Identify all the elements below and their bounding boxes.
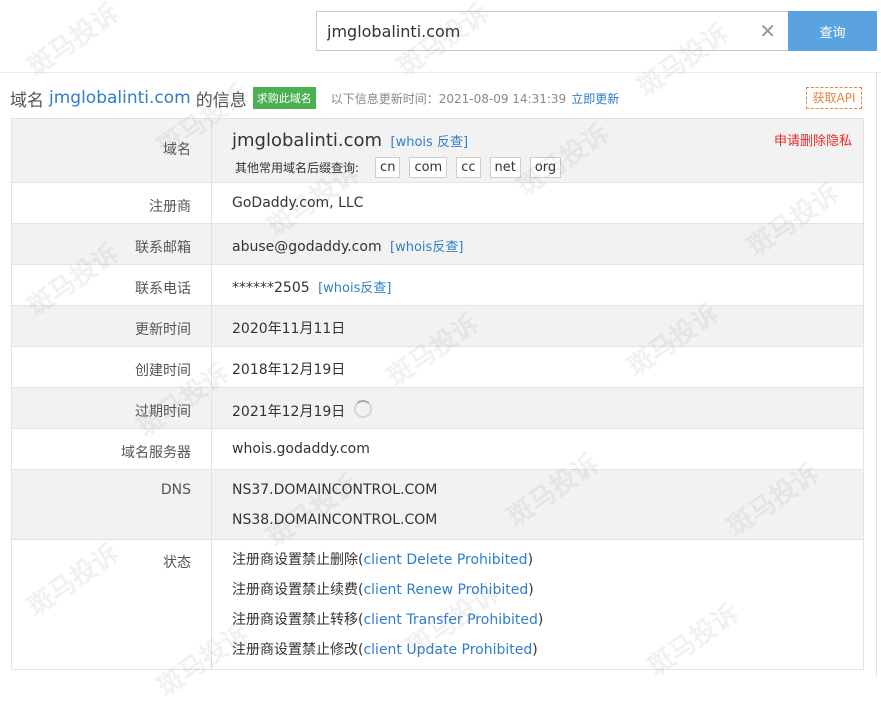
status-code-link[interactable]: client Renew Prohibited [363, 582, 528, 598]
status-suffix: ) [528, 582, 534, 598]
loading-spinner-icon [353, 400, 372, 418]
suffix-chip-net[interactable]: net [489, 157, 521, 178]
dns-cell: NS37.DOMAINCONTROL.COM NS38.DOMAINCONTRO… [211, 469, 864, 540]
status-cell: 注册商设置禁止删除(client Delete Prohibited) 注册商设… [211, 539, 864, 670]
title-suffix: 的信息 [195, 90, 247, 111]
row-label: 创建时间 [11, 346, 212, 388]
page-title-row: 域名 jmglobalinti.com 的信息 求购此域名 以下信息更新时间：2… [10, 86, 619, 111]
status-item: 注册商设置禁止删除(client Delete Prohibited) [232, 545, 863, 575]
suffix-prompt: 其他常用域名后缀查询: [235, 161, 360, 175]
buy-domain-badge[interactable]: 求购此域名 [252, 87, 316, 109]
whois-server-value: whois.godaddy.com [211, 428, 864, 470]
table-row: 创建时间 2018年12月19日 [11, 346, 864, 388]
status-suffix: ) [532, 642, 538, 658]
status-item: 注册商设置禁止转移(client Transfer Prohibited) [232, 605, 863, 635]
title-prefix: 域名 [10, 90, 44, 111]
email-value: abuse@godaddy.com [232, 239, 382, 255]
close-icon[interactable]: ✕ [759, 20, 776, 42]
status-prefix: 注册商设置禁止转移( [232, 612, 364, 628]
update-time-label: 以下信息更新时间：2021-08-09 14:31:39 [330, 91, 567, 106]
get-api-button[interactable]: 获取API [806, 87, 862, 109]
status-prefix: 注册商设置禁止删除( [232, 552, 364, 568]
search-input[interactable] [327, 20, 747, 42]
delete-privacy-link[interactable]: 申请删除隐私 [774, 130, 852, 149]
update-now-link[interactable]: 立即更新 [571, 90, 619, 107]
registrar-value: GoDaddy.com, LLC [211, 182, 864, 224]
status-code-link[interactable]: client Delete Prohibited [363, 552, 527, 568]
status-code-link[interactable]: client Transfer Prohibited [363, 612, 537, 628]
domain-value: jmglobalinti.com [232, 130, 383, 151]
top-search-bar: ✕ 查询 [0, 0, 881, 72]
status-prefix: 注册商设置禁止续费( [232, 582, 364, 598]
row-label: 域名服务器 [11, 428, 212, 470]
table-row: DNS NS37.DOMAINCONTROL.COM NS38.DOMAINCO… [11, 469, 864, 540]
row-label: 域名 [11, 118, 212, 183]
suffix-chip-cn[interactable]: cn [375, 157, 401, 178]
search-button[interactable]: 查询 [788, 11, 877, 51]
table-row: 过期时间 2021年12月19日 [11, 387, 864, 429]
row-label: 联系电话 [11, 264, 212, 306]
row-label: DNS [11, 469, 212, 540]
search-box: ✕ [316, 11, 788, 51]
table-row: 域名服务器 whois.godaddy.com [11, 428, 864, 470]
row-label: 更新时间 [11, 305, 212, 347]
phone-whois-link[interactable]: [whois反查] [318, 281, 391, 296]
title-domain: jmglobalinti.com [49, 88, 191, 108]
row-label: 注册商 [11, 182, 212, 224]
table-row: 更新时间 2020年11月11日 [11, 305, 864, 347]
expires-cell: 2021年12月19日 [211, 387, 864, 429]
row-label: 联系邮箱 [11, 223, 212, 265]
domain-cell: jmglobalinti.com [whois 反查] 其他常用域名后缀查询: … [211, 118, 864, 183]
suffix-chip-org[interactable]: org [529, 157, 562, 178]
right-edge-divider [876, 72, 877, 676]
table-row: 状态 注册商设置禁止删除(client Delete Prohibited) 注… [11, 539, 864, 670]
table-row: 注册商 GoDaddy.com, LLC [11, 182, 864, 224]
suffix-query-line: 其他常用域名后缀查询: cn com cc net org [232, 157, 863, 178]
status-item: 注册商设置禁止续费(client Renew Prohibited) [232, 575, 863, 605]
table-row: 联系电话 ******2505 [whois反查] [11, 264, 864, 306]
table-row: 联系邮箱 abuse@godaddy.com [whois反查] [11, 223, 864, 265]
row-label: 状态 [11, 539, 212, 670]
email-cell: abuse@godaddy.com [whois反查] [211, 223, 864, 265]
header-divider [0, 72, 881, 73]
dns-server-2: NS38.DOMAINCONTROL.COM [232, 512, 438, 528]
status-suffix: ) [527, 552, 534, 568]
status-code-link[interactable]: client Update Prohibited [363, 642, 532, 658]
status-prefix: 注册商设置禁止修改( [232, 642, 364, 658]
suffix-chip-com[interactable]: com [409, 157, 448, 178]
dns-server-1: NS37.DOMAINCONTROL.COM [232, 482, 438, 498]
expires-value: 2021年12月19日 [232, 404, 346, 420]
status-item: 注册商设置禁止修改(client Update Prohibited) [232, 635, 863, 665]
suffix-chip-cc[interactable]: cc [456, 157, 481, 178]
created-value: 2018年12月19日 [211, 346, 864, 388]
phone-value: ******2505 [232, 280, 310, 296]
row-label: 过期时间 [11, 387, 212, 429]
whois-reverse-link[interactable]: [whois 反查] [391, 135, 469, 150]
whois-info-table: 域名 jmglobalinti.com [whois 反查] 其他常用域名后缀查… [11, 118, 864, 670]
email-whois-link[interactable]: [whois反查] [390, 240, 463, 255]
table-row: 域名 jmglobalinti.com [whois 反查] 其他常用域名后缀查… [11, 118, 864, 183]
status-suffix: ) [537, 612, 544, 628]
updated-value: 2020年11月11日 [211, 305, 864, 347]
phone-cell: ******2505 [whois反查] [211, 264, 864, 306]
